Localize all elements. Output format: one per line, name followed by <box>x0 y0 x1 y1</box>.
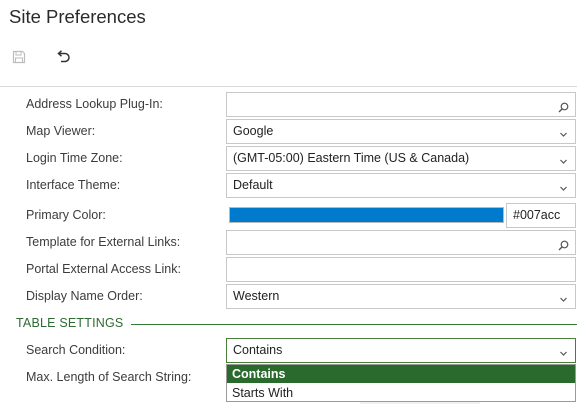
chevron-down-icon <box>558 154 569 165</box>
search-condition-select[interactable]: Contains <box>226 338 576 363</box>
map-viewer-row: Map Viewer: Google <box>0 119 577 144</box>
toolbar <box>0 46 577 74</box>
address-lookup-row: Address Lookup Plug-In: <box>0 92 577 117</box>
search-condition-label: Search Condition: <box>26 343 126 357</box>
table-settings-heading[interactable]: TABLE SETTINGS <box>16 314 123 332</box>
dropdown-option-starts-with[interactable]: Starts With <box>227 384 575 402</box>
save-button[interactable] <box>6 46 32 72</box>
chevron-down-icon <box>558 292 569 303</box>
display-name-order-value: Western <box>233 289 280 303</box>
chevron-down-icon <box>558 127 569 138</box>
primary-color-row: Primary Color: #007acc <box>0 203 577 228</box>
portal-external-access-input[interactable] <box>226 257 576 282</box>
login-time-zone-row: Login Time Zone: (GMT-05:00) Eastern Tim… <box>0 146 577 171</box>
primary-color-swatch[interactable] <box>229 207 504 223</box>
template-external-links-input[interactable] <box>226 230 576 255</box>
interface-theme-label: Interface Theme: <box>26 178 121 192</box>
page-title: Site Preferences <box>9 6 146 27</box>
portal-external-access-row: Portal External Access Link: <box>0 257 577 282</box>
display-name-order-select[interactable]: Western <box>226 284 576 309</box>
template-external-links-label: Template for External Links: <box>26 235 181 249</box>
interface-theme-select[interactable]: Default <box>226 173 576 198</box>
login-time-zone-select[interactable]: (GMT-05:00) Eastern Time (US & Canada) <box>226 146 576 171</box>
max-length-label: Max. Length of Search String: <box>26 370 192 384</box>
map-viewer-select[interactable]: Google <box>226 119 576 144</box>
undo-icon <box>55 49 71 69</box>
interface-theme-row: Interface Theme: Default <box>0 173 577 198</box>
display-name-order-row: Display Name Order: Western <box>0 284 577 309</box>
search-icon[interactable] <box>558 238 569 251</box>
interface-theme-value: Default <box>233 178 273 192</box>
login-time-zone-label: Login Time Zone: <box>26 151 123 165</box>
chevron-down-icon <box>558 181 569 192</box>
primary-color-hex-input[interactable]: #007acc <box>506 203 576 228</box>
search-condition-value: Contains <box>233 343 283 357</box>
search-condition-row: Search Condition: Contains <box>0 338 577 363</box>
address-lookup-input[interactable] <box>226 92 576 117</box>
address-lookup-label: Address Lookup Plug-In: <box>26 97 163 111</box>
map-viewer-label: Map Viewer: <box>26 124 96 138</box>
search-icon[interactable] <box>558 100 569 113</box>
display-name-order-label: Display Name Order: <box>26 289 143 303</box>
save-icon <box>12 50 26 69</box>
template-external-links-row: Template for External Links: <box>0 230 577 255</box>
primary-color-label: Primary Color: <box>26 208 106 222</box>
map-viewer-value: Google <box>233 124 274 138</box>
chevron-down-icon <box>558 346 569 357</box>
table-settings-divider <box>131 324 577 325</box>
search-condition-dropdown[interactable]: Contains Starts With <box>226 364 576 402</box>
login-time-zone-value: (GMT-05:00) Eastern Time (US & Canada) <box>233 151 470 165</box>
portal-external-access-label: Portal External Access Link: <box>26 262 181 276</box>
section-divider <box>0 86 577 87</box>
undo-button[interactable] <box>50 46 76 72</box>
dropdown-option-contains[interactable]: Contains <box>227 365 575 383</box>
